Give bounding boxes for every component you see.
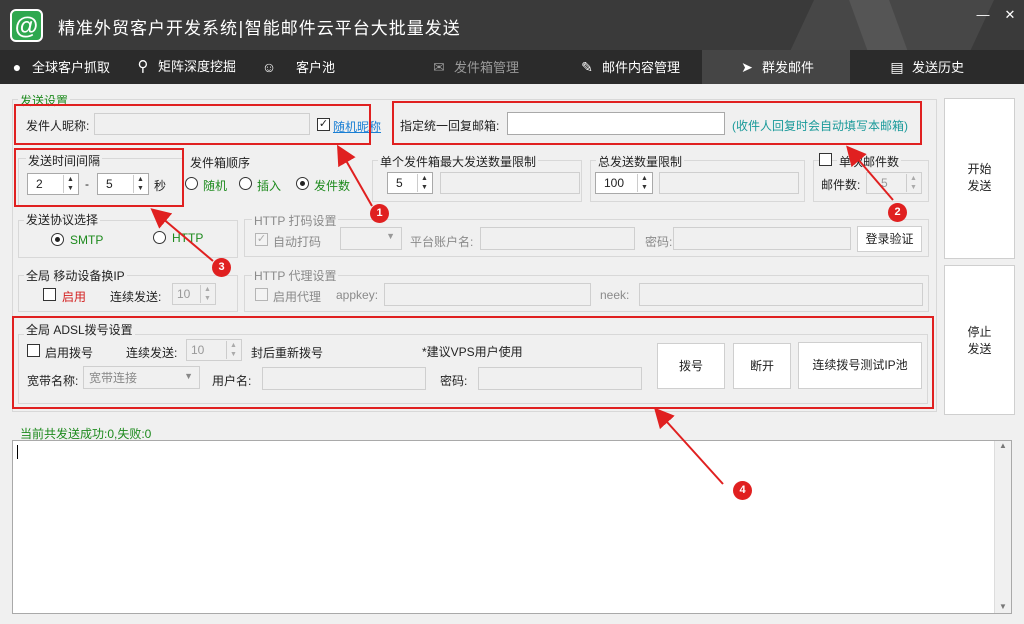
annotation-badge-2: 2 [888,203,907,222]
annotation-badge-4: 4 [733,481,752,500]
annotation-badge-1: 1 [370,204,389,223]
annotation-badge-3: 3 [212,258,231,277]
annotation-arrows [150,144,894,485]
